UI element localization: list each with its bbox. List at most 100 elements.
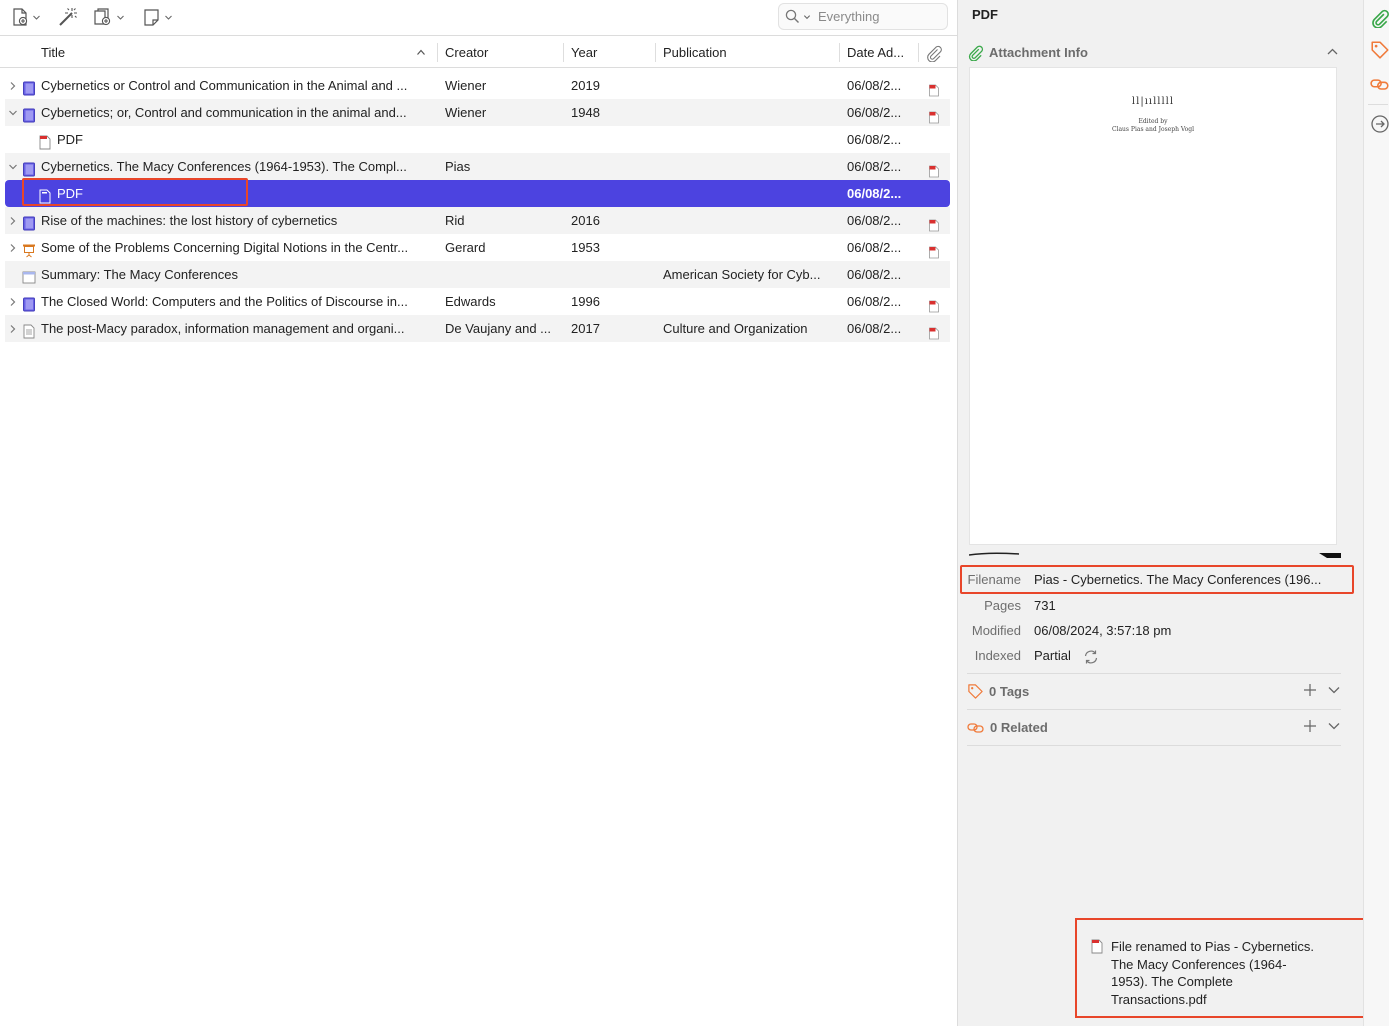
cell-date: 06/08/2... <box>847 105 902 120</box>
cell-title: The post-Macy paradox, information manag… <box>41 321 405 336</box>
table-row[interactable]: Cybernetics; or, Control and communicati… <box>5 99 950 126</box>
field-indexed: Indexed Partial <box>958 645 1338 667</box>
section-divider <box>967 745 1341 746</box>
related-nav-icon[interactable] <box>1370 74 1389 94</box>
add-related-icon[interactable] <box>1303 719 1317 733</box>
chevron-right-icon[interactable] <box>7 288 19 315</box>
cell-title: Cybernetics; or, Control and communicati… <box>41 105 407 120</box>
locate-nav-icon[interactable] <box>1370 114 1389 134</box>
cell-publication: American Society for Cyb... <box>663 267 821 282</box>
table-row[interactable]: The post-Macy paradox, information manag… <box>5 315 950 342</box>
rename-notification-text: File renamed to Pias - Cybernetics. The … <box>1111 939 1315 1007</box>
pdf-attachment-icon[interactable] <box>928 106 940 124</box>
pdf-attachment-icon[interactable] <box>928 214 940 232</box>
chevron-down-icon[interactable] <box>7 153 19 180</box>
related-link-icon <box>967 722 984 733</box>
column-separator[interactable] <box>918 43 919 62</box>
cell-date: 06/08/2... <box>847 294 902 309</box>
chevron-down-icon <box>117 15 124 20</box>
cell-creator: Wiener <box>445 78 487 93</box>
table-row[interactable]: Summary: The Macy Conferences American So… <box>5 261 950 288</box>
tags-label: 0 Tags <box>989 683 1030 699</box>
column-creator[interactable]: Creator <box>438 37 562 68</box>
cell-creator: Gerard <box>445 240 486 255</box>
related-label: 0 Related <box>990 719 1048 735</box>
attachment-info-header[interactable]: Attachment Info <box>967 41 1341 63</box>
column-publication[interactable]: Publication <box>656 37 839 68</box>
cell-date: 06/08/2... <box>847 213 902 228</box>
search-mode-chevron-icon[interactable] <box>803 13 811 21</box>
table-row[interactable]: Cybernetics. The Macy Conferences (1964-… <box>5 153 950 180</box>
new-note-button[interactable] <box>142 5 173 29</box>
cell-date: 06/08/2... <box>847 240 902 255</box>
add-tag-icon[interactable] <box>1303 683 1317 697</box>
attachment-info-nav-icon[interactable] <box>1370 8 1389 28</box>
pdf-attachment-icon[interactable] <box>928 295 940 313</box>
webpage-icon <box>22 267 36 284</box>
add-by-identifier-button[interactable] <box>57 5 79 29</box>
cell-creator: De Vaujany and ... <box>445 321 551 336</box>
search-placeholder[interactable]: Everything <box>818 9 879 24</box>
column-title[interactable]: Title <box>34 37 430 68</box>
sort-ascending-icon <box>417 49 425 55</box>
book-icon <box>22 213 36 231</box>
chevron-down-icon <box>165 15 172 20</box>
cell-date: 06/08/2... <box>847 78 902 93</box>
filename-highlight-box <box>960 565 1354 594</box>
preview-editors-text: Claus Pias and Joseph Vogl <box>1111 126 1195 133</box>
book-icon <box>22 294 36 312</box>
table-row[interactable]: Some of the Problems Concerning Digital … <box>5 234 950 261</box>
chevron-down-icon[interactable] <box>1327 683 1341 697</box>
field-value: Partial <box>1034 648 1071 663</box>
column-header: Title Creator Year Publication Date Ad..… <box>0 37 957 68</box>
chevron-right-icon[interactable] <box>7 207 19 234</box>
paperclip-icon[interactable] <box>925 44 943 62</box>
table-row[interactable]: Cybernetics or Control and Communication… <box>5 72 950 99</box>
chevron-right-icon[interactable] <box>7 315 19 342</box>
attachment-preview[interactable]: ll|ıılllll Edited by Claus Pias and Jose… <box>969 67 1337 545</box>
add-attachment-button[interactable] <box>92 5 125 29</box>
book-icon <box>22 105 36 123</box>
cell-date: 06/08/2... <box>847 321 902 336</box>
chevron-up-icon[interactable] <box>1326 46 1339 58</box>
pdf-attachment-icon[interactable] <box>928 241 940 259</box>
table-row[interactable]: The Closed World: Computers and the Poli… <box>5 288 950 315</box>
column-date-added[interactable]: Date Ad... <box>840 37 918 68</box>
tags-section-header[interactable]: 0 Tags <box>967 680 1341 702</box>
related-tools <box>1303 719 1341 733</box>
cell-date: 06/08/2... <box>847 159 902 174</box>
search-icon <box>785 9 799 23</box>
chevron-right-icon[interactable] <box>7 72 19 99</box>
cell-date: 06/08/2... <box>847 132 902 147</box>
items-tree: Cybernetics or Control and Communication… <box>5 72 950 342</box>
selection-highlight-box <box>22 178 248 206</box>
pdf-attachment-icon[interactable] <box>928 160 940 178</box>
cell-year: 1996 <box>571 294 600 309</box>
new-item-button[interactable] <box>10 5 41 29</box>
reindex-icon[interactable] <box>1082 648 1100 666</box>
new-item-icon <box>13 8 28 26</box>
cell-year: 1953 <box>571 240 600 255</box>
related-section-header[interactable]: 0 Related <box>967 716 1341 738</box>
field-value: 06/08/2024, 3:57:18 pm <box>1034 623 1172 638</box>
field-label: Indexed <box>974 648 1021 663</box>
search-box[interactable]: Everything <box>778 3 948 30</box>
preview-title-text: ll|ıılllll <box>1131 96 1175 107</box>
book-icon <box>22 78 36 96</box>
chevron-down-icon[interactable] <box>7 99 19 126</box>
chevron-down-icon[interactable] <box>1327 719 1341 733</box>
column-date-added-label: Date Ad... <box>847 45 905 60</box>
pdf-file-icon <box>1091 939 1103 954</box>
field-label: Modified <box>971 623 1021 638</box>
chevron-right-icon[interactable] <box>7 234 19 261</box>
table-row[interactable]: PDF 06/08/2... <box>5 126 950 153</box>
column-title-label: Title <box>41 45 66 60</box>
tags-nav-icon[interactable] <box>1370 40 1389 60</box>
note-icon <box>144 9 159 26</box>
column-year[interactable]: Year <box>564 37 654 68</box>
pdf-attachment-icon[interactable] <box>928 79 940 97</box>
cell-date: 06/08/2... <box>847 267 902 282</box>
table-row[interactable]: Rise of the machines: the lost history o… <box>5 207 950 234</box>
field-value: 731 <box>1034 598 1056 613</box>
pdf-attachment-icon[interactable] <box>928 322 940 340</box>
